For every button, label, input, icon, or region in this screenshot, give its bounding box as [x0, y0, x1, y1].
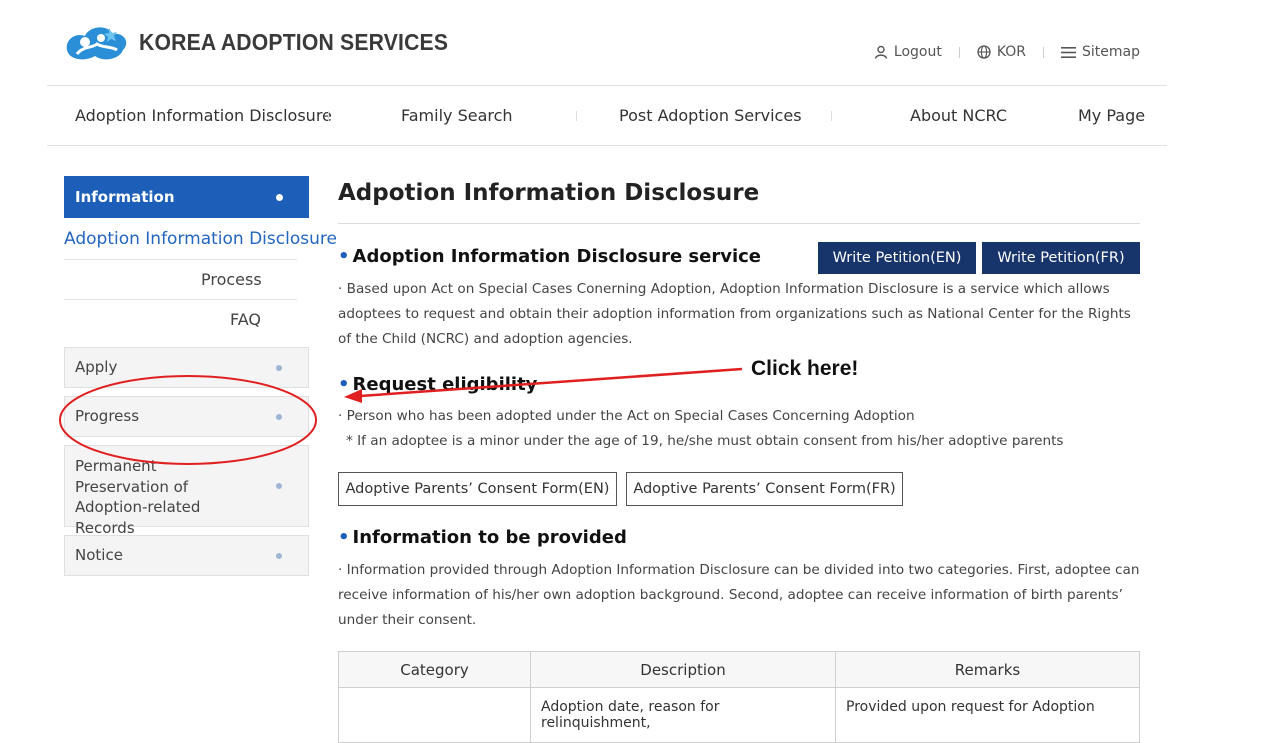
sitemap-label: Sitemap [1082, 44, 1140, 60]
service-description: · Based upon Act on Special Cases Conern… [338, 281, 1131, 347]
sidebar-item-label: Progress [75, 407, 140, 425]
table-cell: Provided upon request for Adoption [835, 687, 1140, 743]
section-title-text: Information to be provided [352, 527, 627, 548]
sidebar-item-apply[interactable]: Apply [64, 347, 309, 388]
information-table: Category Description Remarks Adoption da… [338, 651, 1140, 743]
user-icon [874, 45, 888, 59]
sitemap-link[interactable]: Sitemap [1061, 44, 1140, 60]
dot-icon [276, 194, 283, 201]
divider [958, 46, 960, 58]
sidebar-heading-label: Information [75, 188, 175, 206]
bullet-icon: • [338, 246, 350, 267]
table-header-row: Category Description Remarks [338, 651, 1140, 688]
globe-icon [977, 45, 991, 59]
table-cell: Adoption date, reason for relinquishment… [530, 687, 836, 743]
language-label: KOR [996, 44, 1027, 60]
bullet-icon: • [338, 527, 350, 548]
section-title-service: • Adoption Information Disclosure service [338, 246, 761, 267]
write-petition-fr-button[interactable]: Write Petition(FR) [982, 242, 1140, 274]
section-title-information: • Information to be provided [338, 527, 627, 548]
table-header: Description [530, 651, 836, 688]
eligibility-line-2: * If an adoptee is a minor under the age… [346, 433, 1064, 449]
section-title-text: Adoption Information Disclosure service [352, 246, 762, 267]
eligibility-line-1: · Person who has been adopted under the … [338, 408, 915, 424]
table-header: Remarks [835, 651, 1140, 688]
site-logo[interactable]: KOREA ADOPTION SERVICES [63, 20, 475, 64]
utility-menu: Logout KOR Sitemap [874, 44, 1140, 60]
nav-divider [831, 111, 832, 121]
divider [64, 259, 297, 260]
divider [338, 223, 1140, 224]
logo-text: KOREA ADOPTION SERVICES [139, 28, 449, 55]
nav-divider [328, 111, 329, 121]
sidebar-item-adoption-info[interactable]: Adoption Information Disclosure [64, 229, 337, 249]
divider [1043, 46, 1045, 58]
nav-item-about-ncrc[interactable]: About NCRC [910, 86, 1007, 145]
nav-item-post-adoption[interactable]: Post Adoption Services [619, 86, 802, 145]
annotation-label: Click here! [751, 357, 859, 380]
sidebar-item-progress[interactable]: Progress [64, 396, 309, 437]
section-title-text: Request eligibility [352, 374, 538, 395]
dot-icon [276, 365, 282, 371]
logout-label: Logout [893, 44, 942, 60]
bullet-icon: • [338, 374, 350, 395]
sidebar-heading[interactable]: Information [64, 176, 309, 218]
dot-icon [276, 553, 282, 559]
table-row: Adoption date, reason for relinquishment… [338, 687, 1140, 743]
nav-item-my-page[interactable]: My Page [1078, 86, 1145, 145]
dot-icon [276, 414, 282, 420]
section-title-eligibility: • Request eligibility [338, 374, 537, 395]
information-description: · Information provided through Adoption … [338, 562, 1140, 628]
divider [64, 299, 297, 300]
consent-form-fr-button[interactable]: Adoptive Parents’ Consent Form(FR) [626, 472, 903, 506]
dot-icon [276, 483, 282, 489]
page-title: Adpotion Information Disclosure [338, 180, 760, 206]
write-petition-en-button[interactable]: Write Petition(EN) [818, 242, 976, 274]
sidebar-item-permanent-preservation[interactable]: Permanent Preservation of Adoption-relat… [64, 445, 309, 537]
sidebar-item-label: Apply [75, 358, 118, 376]
table-cell [338, 687, 531, 743]
sidebar-item-label: Permanent Preservation of Adoption-relat… [75, 457, 201, 537]
sidebar-item-notice[interactable]: Notice [64, 535, 309, 576]
consent-form-en-button[interactable]: Adoptive Parents’ Consent Form(EN) [338, 472, 617, 506]
sidebar-item-faq[interactable]: FAQ [230, 310, 261, 329]
nav-item-adoption-info[interactable]: Adoption Information Disclosure [75, 86, 332, 145]
logout-link[interactable]: Logout [874, 44, 942, 60]
sidebar-item-label: Notice [75, 546, 123, 564]
nav-item-family-search[interactable]: Family Search [401, 86, 513, 145]
sidebar-item-process[interactable]: Process [201, 270, 262, 289]
language-selector[interactable]: KOR [977, 44, 1026, 60]
logo-icon [63, 20, 131, 64]
main-nav: Adoption Information Disclosure Family S… [47, 85, 1167, 146]
table-header: Category [338, 651, 531, 688]
nav-divider [576, 111, 577, 121]
menu-icon [1061, 46, 1077, 58]
